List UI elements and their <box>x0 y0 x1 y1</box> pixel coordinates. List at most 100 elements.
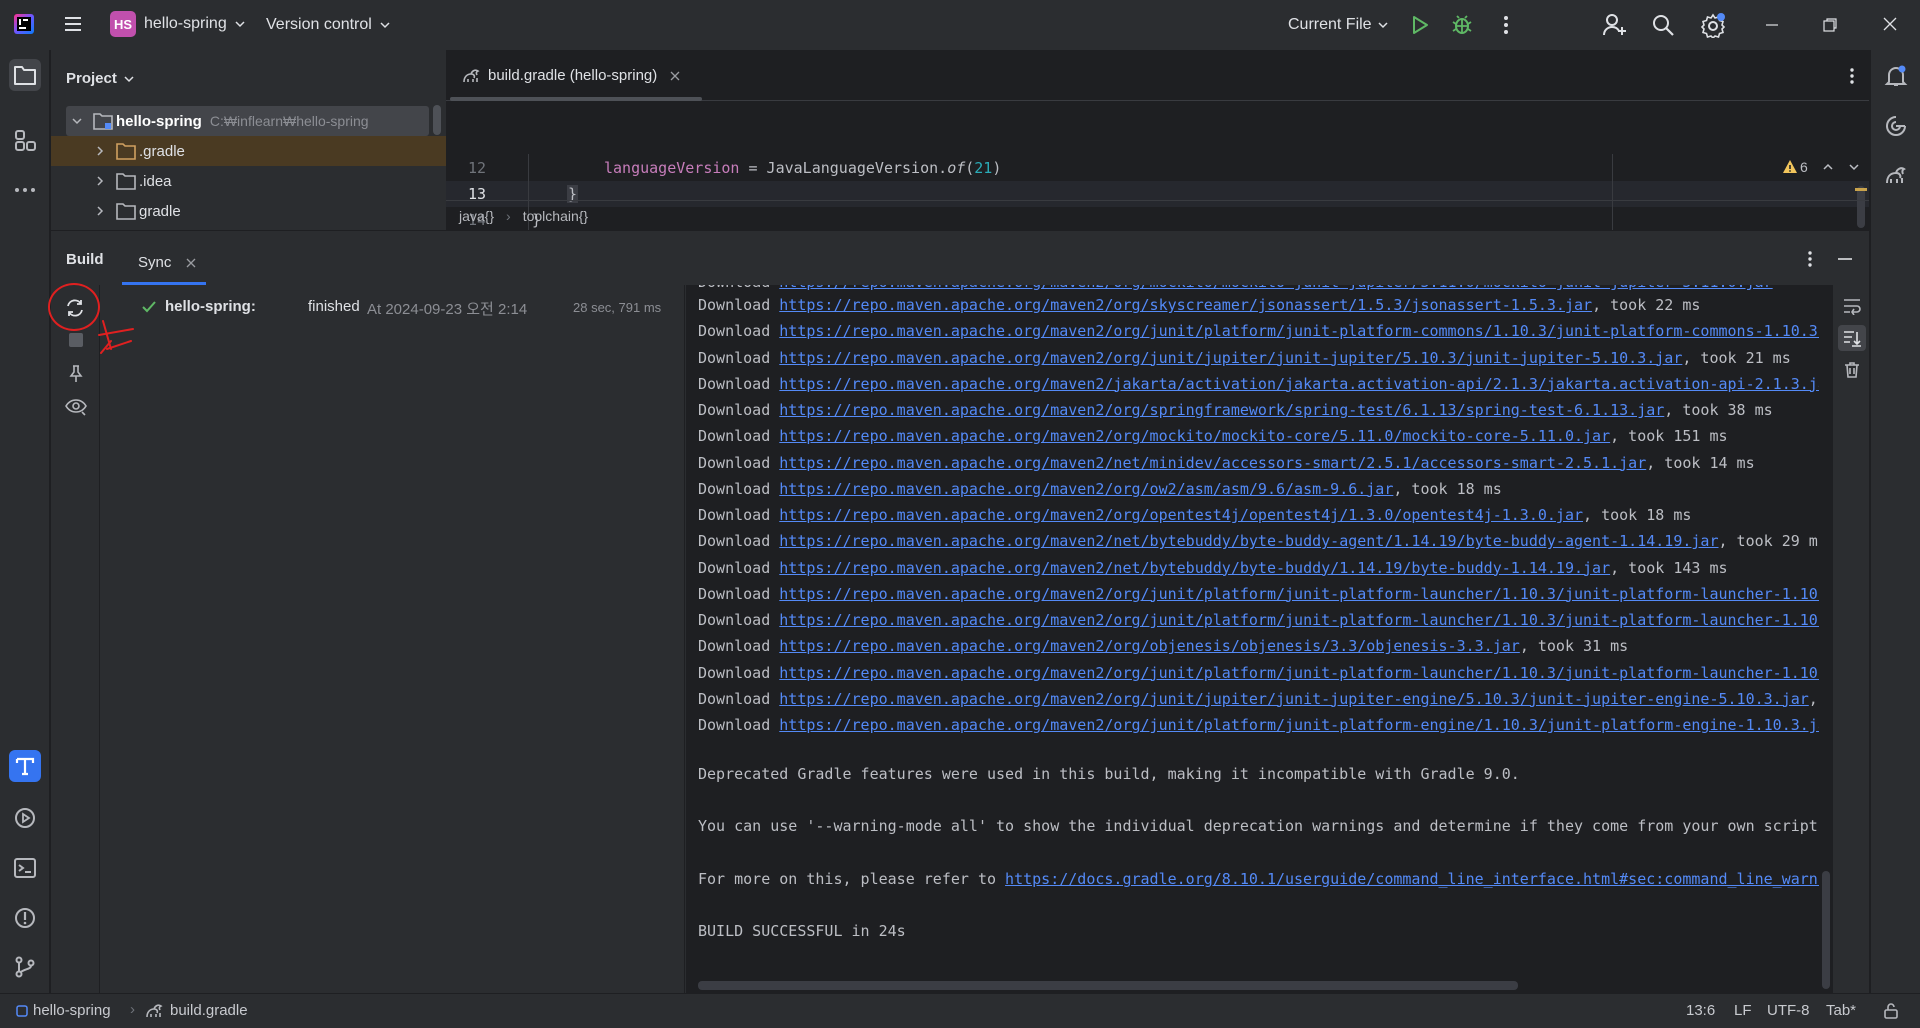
code-line: 12 languageVersion = JavaLanguageVersion… <box>446 156 1869 182</box>
tree-item-gradle[interactable]: gradle <box>51 196 446 226</box>
services-tool-button[interactable] <box>9 802 41 834</box>
restore-icon[interactable] <box>1822 17 1838 33</box>
chevron-down-icon[interactable] <box>1848 161 1860 173</box>
module-icon <box>16 1005 28 1017</box>
chevron-right-icon[interactable] <box>93 204 107 218</box>
more-icon[interactable] <box>1496 14 1516 36</box>
build-panel-title[interactable]: Build <box>66 251 104 268</box>
breadcrumb-item[interactable]: java{} <box>459 208 494 224</box>
console-link[interactable]: https://repo.maven.apache.org/maven2/org… <box>779 637 1520 655</box>
search-icon[interactable] <box>1651 13 1675 37</box>
line-separator[interactable]: LF <box>1734 1002 1752 1019</box>
console-link[interactable]: https://repo.maven.apache.org/maven2/org… <box>779 611 1819 629</box>
chevron-up-icon[interactable] <box>1822 161 1834 173</box>
console-line: Download https://repo.maven.apache.org/m… <box>698 375 1819 393</box>
console-line: Download https://repo.maven.apache.org/m… <box>698 349 1791 367</box>
gradle-tool-icon[interactable] <box>1880 160 1912 192</box>
tab-build-gradle[interactable]: build.gradle (hello-spring) <box>462 67 681 84</box>
chevron-right-icon[interactable] <box>93 144 107 158</box>
structure-tool-button[interactable] <box>9 124 41 156</box>
console-link[interactable]: https://repo.maven.apache.org/maven2/org… <box>779 427 1610 445</box>
console-link[interactable]: https://repo.maven.apache.org/maven2/jak… <box>779 375 1819 393</box>
tree-item-idea[interactable]: .idea <box>51 166 446 196</box>
console-link[interactable]: https://repo.maven.apache.org/maven2/org… <box>779 285 1772 291</box>
console-link[interactable]: https://repo.maven.apache.org/maven2/net… <box>779 559 1610 577</box>
pin-icon[interactable] <box>68 365 84 383</box>
console-link[interactable]: https://repo.maven.apache.org/maven2/org… <box>779 506 1583 524</box>
chevron-down-icon[interactable] <box>70 114 84 128</box>
console-line: Download https://repo.maven.apache.org/m… <box>698 690 1818 708</box>
console-prefix: Download <box>698 506 780 524</box>
file-encoding[interactable]: UTF-8 <box>1767 1002 1810 1019</box>
inspection-widget[interactable]: 6 <box>1782 159 1860 175</box>
console-link[interactable]: https://repo.maven.apache.org/maven2/org… <box>779 664 1819 682</box>
breadcrumb-item[interactable]: toolchain{} <box>523 208 588 224</box>
vcs-label: Version control <box>266 16 372 33</box>
project-scrollbar[interactable] <box>433 105 441 135</box>
warning-icon <box>1782 159 1798 175</box>
tab-sync[interactable]: Sync <box>122 240 256 285</box>
console-prefix: Download <box>698 558 780 577</box>
more-icon[interactable] <box>1807 250 1813 268</box>
run-icon[interactable] <box>1409 14 1431 36</box>
horizontal-scrollbar[interactable] <box>698 981 1518 990</box>
eye-icon[interactable] <box>65 398 87 416</box>
console-link[interactable]: https://repo.maven.apache.org/maven2/org… <box>779 716 1819 734</box>
project-badge: HS <box>110 11 136 37</box>
run-config-selector[interactable]: Current File <box>1288 16 1389 34</box>
project-switcher[interactable]: HS hello-spring <box>110 11 246 37</box>
docs-link[interactable]: https://docs.gradle.org/8.10.1/userguide… <box>1005 870 1819 888</box>
console-link[interactable]: https://repo.maven.apache.org/maven2/org… <box>779 296 1592 314</box>
tree-item-hello-spring[interactable]: hello-spring C:₩inflearn₩hello-spring <box>66 106 429 136</box>
console-prefix: Download <box>698 453 780 472</box>
scroll-to-end-icon[interactable] <box>1838 325 1866 351</box>
console-link[interactable]: https://repo.maven.apache.org/maven2/org… <box>779 585 1819 603</box>
code-plain: = JavaLanguageVersion. <box>739 159 948 177</box>
main-menu-icon[interactable] <box>62 13 84 35</box>
status-project[interactable]: hello-spring <box>33 1002 111 1019</box>
indent-setting[interactable]: Tab* <box>1826 1002 1856 1019</box>
debug-icon[interactable] <box>1450 13 1474 37</box>
soft-wrap-icon[interactable] <box>1842 297 1862 315</box>
console-output[interactable]: Download https://repo.maven.apache.org/m… <box>686 285 1819 994</box>
chevron-right-icon[interactable] <box>93 174 107 188</box>
project-panel-header[interactable]: Project <box>66 70 135 87</box>
close-icon[interactable] <box>1882 16 1898 32</box>
settings-icon[interactable] <box>1700 12 1726 38</box>
more-icon[interactable] <box>1849 67 1855 85</box>
tree-item-gradle-dir[interactable]: .gradle <box>51 136 446 166</box>
stop-icon[interactable] <box>68 332 84 348</box>
console-link[interactable]: https://repo.maven.apache.org/maven2/net… <box>779 532 1718 550</box>
trash-icon[interactable] <box>1843 361 1861 379</box>
problems-tool-button[interactable] <box>9 902 41 934</box>
console-link[interactable]: https://repo.maven.apache.org/maven2/net… <box>779 454 1646 472</box>
console-link[interactable]: https://repo.maven.apache.org/maven2/org… <box>779 690 1809 708</box>
app-logo-icon[interactable] <box>14 14 34 34</box>
close-tab-icon[interactable] <box>185 257 197 269</box>
project-tool-button[interactable] <box>9 59 41 91</box>
add-user-icon[interactable] <box>1602 12 1628 38</box>
sync-result-row[interactable]: hello-spring: finished At 2024-09-23 오전 … <box>101 295 685 319</box>
minimize-icon[interactable] <box>1764 17 1780 33</box>
ai-assistant-icon[interactable] <box>1880 110 1912 142</box>
console-link[interactable]: https://repo.maven.apache.org/maven2/org… <box>779 349 1682 367</box>
console-vertical-scrollbar[interactable] <box>1819 285 1833 994</box>
caret-position[interactable]: 13:6 <box>1686 1002 1715 1019</box>
notifications-icon[interactable] <box>1880 60 1912 92</box>
git-tool-button[interactable] <box>9 951 41 983</box>
build-tool-button[interactable] <box>9 750 41 782</box>
tab-sync-label: Sync <box>138 254 172 271</box>
console-link[interactable]: https://repo.maven.apache.org/maven2/org… <box>779 401 1664 419</box>
status-file[interactable]: build.gradle <box>170 1002 248 1019</box>
folder-icon <box>116 172 136 190</box>
hide-panel-icon[interactable] <box>1837 257 1853 261</box>
terminal-tool-button[interactable] <box>9 852 41 884</box>
console-line: Download https://repo.maven.apache.org/m… <box>698 611 1819 629</box>
version-control-menu[interactable]: Version control <box>266 16 391 34</box>
lock-icon[interactable] <box>1882 1002 1900 1020</box>
more-tools-icon[interactable] <box>9 174 41 206</box>
console-link[interactable]: https://repo.maven.apache.org/maven2/org… <box>779 480 1393 498</box>
console-link[interactable]: https://repo.maven.apache.org/maven2/org… <box>779 322 1819 340</box>
console-scroll-thumb[interactable] <box>1822 871 1830 989</box>
close-tab-icon[interactable] <box>669 70 681 82</box>
